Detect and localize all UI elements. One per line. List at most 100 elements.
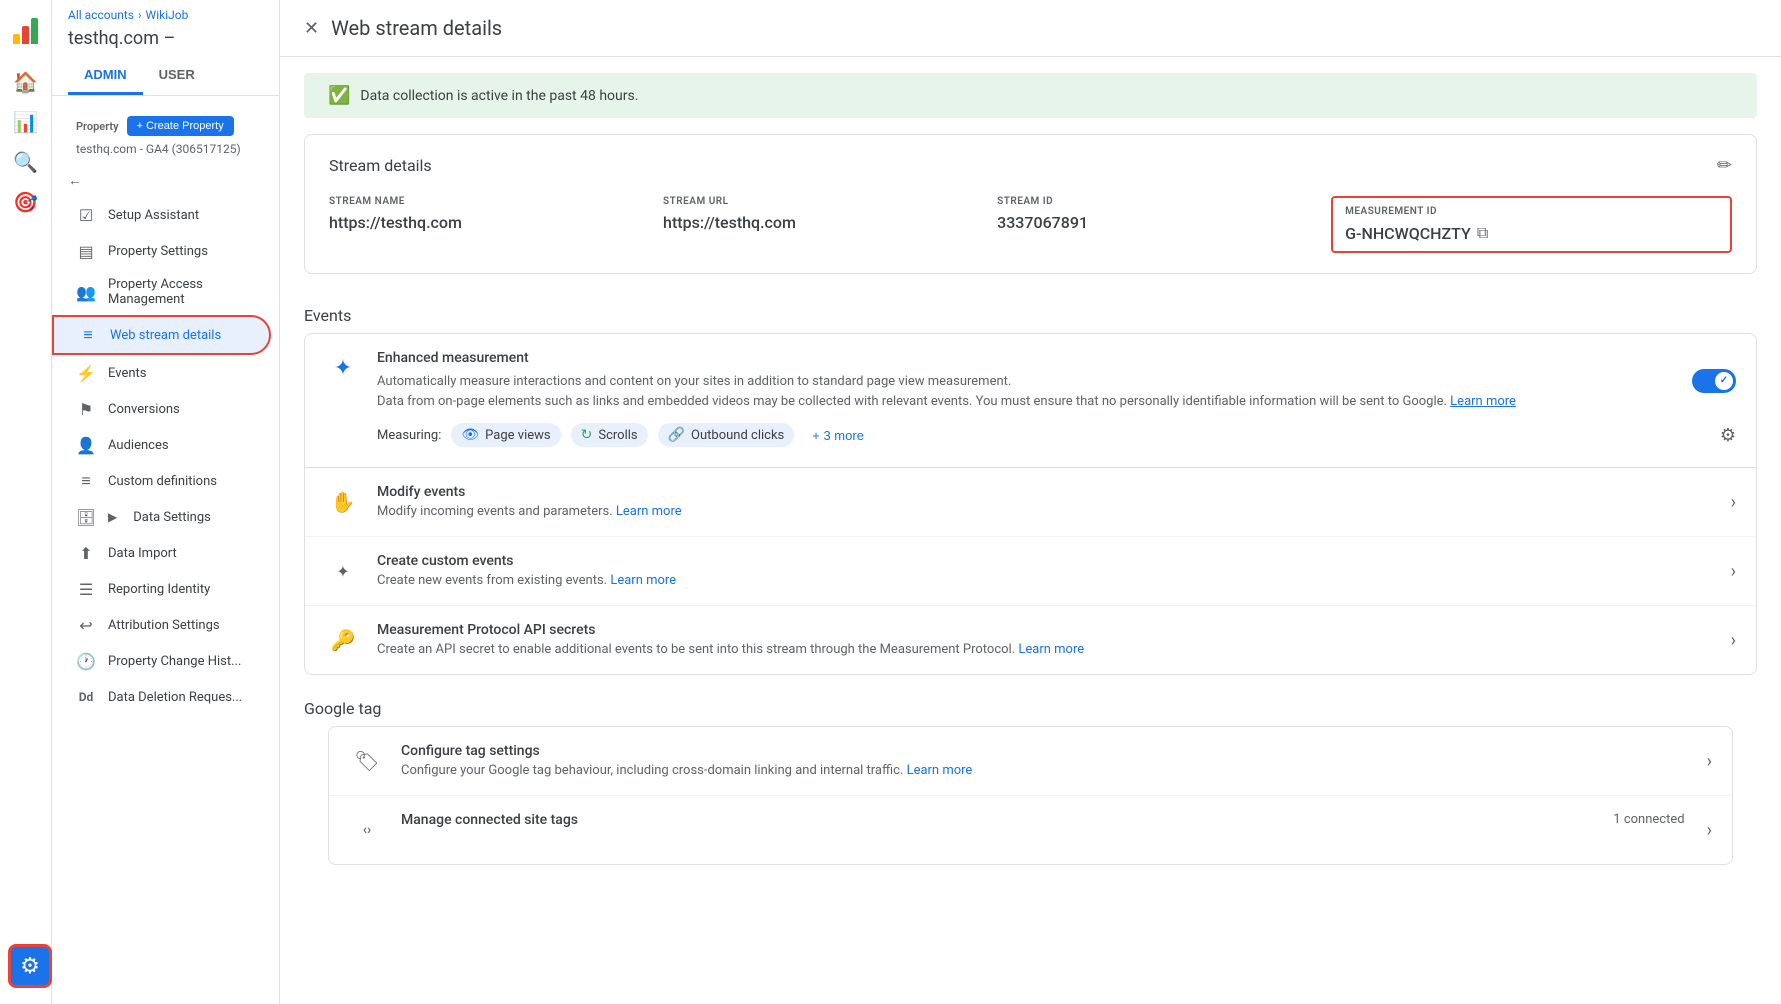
enhanced-measurement-section: ✦ Enhanced measurement Automatically mea…: [305, 334, 1756, 468]
data-settings-icon: 🗄: [76, 507, 96, 527]
property-settings-icon: ▤: [76, 241, 96, 261]
stream-url-value: https://testhq.com: [663, 213, 977, 232]
connected-count-label: 1 connected: [1613, 812, 1684, 827]
sidebar-item-label: Events: [108, 366, 146, 381]
api-secrets-icon: 🔑: [325, 622, 361, 658]
em-title: Enhanced measurement: [377, 350, 1676, 366]
learn-more-link-em[interactable]: Learn more: [1450, 394, 1516, 409]
admin-settings-button[interactable]: ⚙: [8, 944, 52, 988]
back-arrow[interactable]: ←: [52, 164, 279, 197]
sidebar-item-label: Web stream details: [110, 328, 221, 343]
measurement-protocol-title: Measurement Protocol API secrets: [377, 622, 1715, 638]
sidebar-item-data-deletion-requests[interactable]: Dd Data Deletion Reques...: [52, 679, 271, 715]
sidebar-item-events[interactable]: ⚡ Events: [52, 355, 271, 391]
google-tag-card: 🏷 Configure tag settings Configure your …: [328, 726, 1733, 865]
sidebar-item-property-access-management[interactable]: 👥 Property Access Management: [52, 269, 271, 315]
sidebar-item-attribution-settings[interactable]: ↩ Attribution Settings: [52, 607, 271, 643]
data-import-icon: ⬆: [76, 543, 96, 563]
learn-more-modify[interactable]: Learn more: [616, 504, 682, 519]
create-custom-events-item[interactable]: ✦ Create custom events Create new events…: [305, 537, 1756, 606]
sidebar-item-label: Data Deletion Reques...: [108, 690, 242, 705]
sidebar-item-label: Data Settings: [133, 510, 211, 525]
sidebar-item-custom-definitions[interactable]: ≡ Custom definitions: [52, 463, 271, 499]
outbound-clicks-icon: 🔗: [668, 427, 685, 443]
target-icon[interactable]: 🎯: [8, 184, 44, 220]
bar-chart-icon[interactable]: 📊: [8, 104, 44, 140]
create-property-button[interactable]: + Create Property: [127, 116, 234, 136]
scrolls-chip[interactable]: ↻ Scrolls: [571, 423, 648, 447]
measurement-protocol-item[interactable]: 🔑 Measurement Protocol API secrets Creat…: [305, 606, 1756, 674]
measuring-label: Measuring:: [377, 428, 441, 443]
property-access-icon: 👥: [76, 282, 96, 302]
stream-name-field: STREAM NAME https://testhq.com: [329, 196, 663, 253]
outbound-clicks-chip[interactable]: 🔗 Outbound clicks: [658, 423, 795, 447]
sidebar-item-reporting-identity[interactable]: ☰ Reporting Identity: [52, 571, 271, 607]
create-custom-events-title: Create custom events: [377, 553, 1715, 569]
stream-name-value: https://testhq.com: [329, 213, 643, 232]
property-id: testhq.com - GA4 (306517125): [52, 140, 279, 164]
web-stream-panel: ✕ Web stream details ✅ Data collection i…: [280, 0, 1781, 1004]
sidebar-item-label: Reporting Identity: [108, 582, 210, 597]
card-title-row: Stream details ✏: [329, 155, 1732, 176]
chevron-right-icon: ›: [1707, 820, 1712, 841]
close-button[interactable]: ✕: [304, 18, 319, 39]
stream-url-label: STREAM URL: [663, 196, 977, 207]
custom-definitions-icon: ≡: [76, 471, 96, 491]
breadcrumb-sep: ›: [138, 8, 142, 22]
search-icon[interactable]: 🔍: [8, 144, 44, 180]
modify-events-icon: ✋: [325, 484, 361, 520]
page-views-chip[interactable]: 👁 Page views: [451, 423, 560, 447]
active-data-banner: ✅ Data collection is active in the past …: [304, 73, 1757, 118]
sidebar-item-setup-assistant[interactable]: ☑ Setup Assistant: [52, 197, 271, 233]
sidebar-item-property-change-history[interactable]: 🕐 Property Change Hist...: [52, 643, 271, 679]
configure-tag-title: Configure tag settings: [401, 743, 1691, 759]
sidebar-item-label: Custom definitions: [108, 474, 217, 489]
sidebar-item-property-settings[interactable]: ▤ Property Settings: [52, 233, 271, 269]
learn-more-protocol[interactable]: Learn more: [1018, 642, 1084, 657]
sidebar-item-data-import[interactable]: ⬆ Data Import: [52, 535, 271, 571]
tab-user[interactable]: USER: [143, 57, 211, 95]
toggle-thumb: ✓: [1715, 372, 1733, 390]
sidebar-item-data-settings[interactable]: 🗄 ▶ Data Settings: [52, 499, 271, 535]
breadcrumb-prefix: All accounts: [68, 8, 134, 22]
configure-tag-content: Configure tag settings Configure your Go…: [401, 743, 1691, 778]
sidebar-item-audiences[interactable]: 👤 Audiences: [52, 427, 271, 463]
toggle-track: ✓: [1692, 369, 1736, 393]
manage-connected-content: Manage connected site tags: [401, 812, 1597, 832]
manage-connected-tags-item[interactable]: ‹› Manage connected site tags 1 connecte…: [329, 796, 1732, 864]
tab-admin[interactable]: ADMIN: [68, 57, 143, 95]
chevron-right-icon: ›: [1731, 492, 1736, 513]
panel-body: ✅ Data collection is active in the past …: [280, 57, 1781, 1004]
modify-events-item[interactable]: ✋ Modify events Modify incoming events a…: [305, 468, 1756, 537]
measurement-protocol-desc: Create an API secret to enable additiona…: [377, 642, 1715, 657]
modify-events-desc: Modify incoming events and parameters. L…: [377, 504, 1715, 519]
google-tag-section: 🏷 Configure tag settings Configure your …: [304, 726, 1757, 865]
breadcrumb-account[interactable]: WikiJob: [146, 8, 189, 22]
sidebar-item-conversions[interactable]: ⚑ Conversions: [52, 391, 271, 427]
edit-icon[interactable]: ✏: [1717, 155, 1732, 176]
panel-title: Web stream details: [331, 16, 502, 40]
enhanced-measurement-toggle[interactable]: ✓: [1692, 369, 1736, 393]
property-change-history-icon: 🕐: [76, 651, 96, 671]
learn-more-custom[interactable]: Learn more: [610, 573, 676, 588]
sidebar-item-label: Property Change Hist...: [108, 654, 241, 669]
logo-bar1: [13, 34, 20, 44]
learn-more-tag[interactable]: Learn more: [907, 763, 973, 778]
copy-icon[interactable]: ⧉: [1477, 223, 1488, 243]
active-banner-text: Data collection is active in the past 48…: [360, 88, 638, 104]
chevron-right-icon: ›: [1731, 561, 1736, 582]
outbound-clicks-label: Outbound clicks: [691, 428, 784, 443]
sidebar-item-data-streams[interactable]: ≡ Web stream details: [52, 315, 271, 355]
stream-details-card: Stream details ✏ STREAM NAME https://tes…: [304, 134, 1757, 274]
em-content: Enhanced measurement Automatically measu…: [377, 350, 1676, 411]
home-icon[interactable]: 🏠: [8, 64, 44, 100]
sidebar-item-label: Data Import: [108, 546, 177, 561]
measuring-settings-icon[interactable]: ⚙: [1720, 425, 1736, 446]
panel-header: ✕ Web stream details: [280, 0, 1781, 57]
more-measuring-button[interactable]: + 3 more: [804, 424, 872, 447]
scrolls-label: Scrolls: [598, 428, 637, 443]
admin-user-tabs: ADMIN USER: [52, 57, 279, 96]
configure-tag-settings-item[interactable]: 🏷 Configure tag settings Configure your …: [329, 727, 1732, 796]
manage-connected-title: Manage connected site tags: [401, 812, 1597, 828]
reporting-identity-icon: ☰: [76, 579, 96, 599]
